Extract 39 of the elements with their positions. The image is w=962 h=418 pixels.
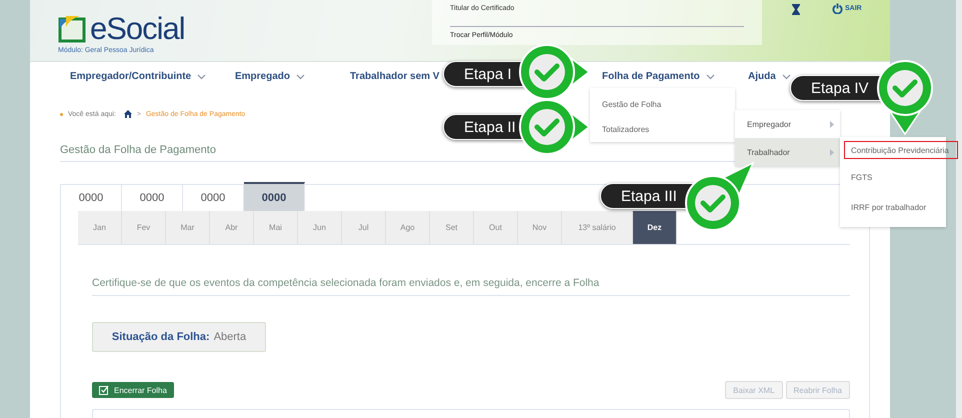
checkbox-icon xyxy=(99,385,109,395)
month-tab[interactable]: Dez xyxy=(633,211,677,244)
month-tab[interactable]: Abr xyxy=(210,211,254,244)
month-tab[interactable]: Set xyxy=(430,211,474,244)
month-tab[interactable]: Ago xyxy=(386,211,430,244)
month-tab[interactable]: Out xyxy=(474,211,518,244)
month-tab[interactable]: Jul xyxy=(342,211,386,244)
month-tab[interactable]: Fev xyxy=(122,211,166,244)
logo-icon xyxy=(58,15,88,43)
month-tab[interactable]: Nov xyxy=(518,211,562,244)
nav-menu-item[interactable]: Ajuda xyxy=(748,71,791,82)
dropdown-menu-item[interactable]: Gestão de Folha xyxy=(590,92,735,117)
submenu-item[interactable]: Trabalhador xyxy=(735,138,840,166)
month-tab[interactable]: Jun xyxy=(298,211,342,244)
submenu-item[interactable]: IRRF por trabalhador xyxy=(840,193,946,223)
hourglass-icon[interactable] xyxy=(792,4,800,15)
month-tab[interactable]: Mar xyxy=(166,211,210,244)
status-label: Situação da Folha: xyxy=(112,331,210,343)
close-payroll-button[interactable]: Encerrar Folha xyxy=(92,382,174,398)
month-tab[interactable]: Mai xyxy=(254,211,298,244)
submenu-item[interactable]: Empregador xyxy=(735,110,840,138)
submenu-item[interactable]: FGTS xyxy=(840,163,946,193)
submenu-arrow-icon xyxy=(830,120,834,128)
logo-text: eSocial xyxy=(90,14,185,44)
bullet-icon xyxy=(60,112,63,116)
dropdown-menu-item[interactable]: Totalizadores xyxy=(590,117,735,142)
submenu-arrow-icon xyxy=(830,148,834,156)
submenu-item[interactable]: Contribuição Previdenciária xyxy=(844,141,958,159)
year-tab[interactable]: 0000 xyxy=(244,182,305,211)
month-tab[interactable]: Jan xyxy=(78,211,122,244)
status-value: Aberta xyxy=(214,331,246,343)
month-tab[interactable]: 13º salário xyxy=(562,211,633,244)
nav-menu-item[interactable]: Folha de Pagamento xyxy=(602,71,715,82)
scrollbar-track[interactable] xyxy=(955,0,962,418)
nav-menu-item[interactable]: Empregador/Contribuinte xyxy=(70,71,206,82)
nav-menu-item[interactable]: Empregado xyxy=(235,71,306,82)
instruction-text: Certifique-se de que os eventos da competência selecionada foram enviados e, em seguida, encerre a Folha xyxy=(92,277,850,296)
home-icon[interactable] xyxy=(124,110,132,118)
nav-menu-item[interactable]: Trabalhador sem V xyxy=(350,71,440,82)
